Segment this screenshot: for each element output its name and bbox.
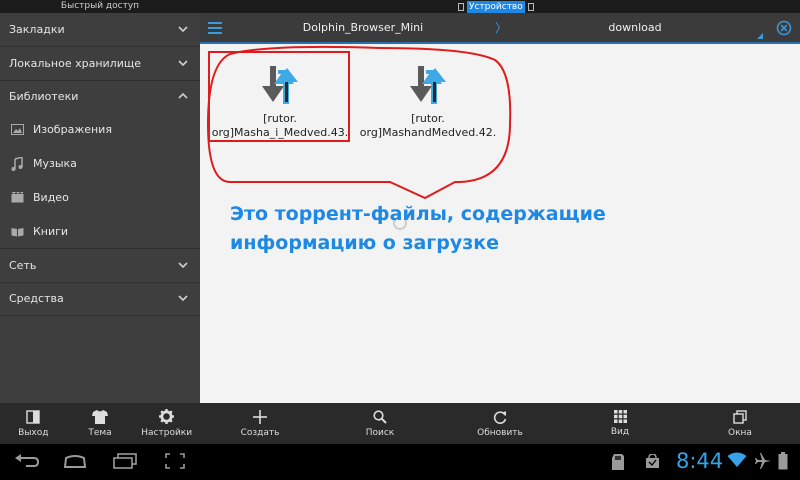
settings-label: Настройки [141, 428, 193, 438]
refresh-button[interactable]: Обновить [440, 403, 560, 444]
quick-access-title: Быстрый доступ [60, 1, 140, 11]
video-icon [10, 191, 24, 205]
sidebar-item-label: Сеть [9, 259, 37, 272]
sidebar-item-label: Библиотеки [9, 90, 79, 103]
path-toolbar: Dolphin_Browser_Mini 〉 download [200, 13, 800, 44]
top-status-strip: Быстрый доступ Устройство [0, 0, 800, 13]
settings-button[interactable]: Настройки [133, 403, 200, 444]
file-name-line: [rutor. [263, 112, 297, 125]
view-button[interactable]: Вид [560, 403, 680, 444]
sidebar-item-network[interactable]: Сеть [0, 249, 200, 282]
device-indicator[interactable]: Устройство [458, 0, 534, 13]
back-icon[interactable] [14, 453, 40, 469]
exit-label: Выход [18, 427, 49, 438]
file-item[interactable]: [rutor. org]MashandMedved.42. [353, 50, 503, 140]
recent-apps-icon[interactable] [112, 453, 138, 469]
chevron-down-icon [178, 295, 188, 302]
create-button[interactable]: Создать [200, 403, 320, 444]
sidebar-item-label: Средства [9, 292, 64, 305]
torrent-file-icon [262, 66, 298, 104]
windows-button[interactable]: Окна [680, 403, 800, 444]
file-item[interactable]: [rutor. org]Masha_i_Medved.43. [205, 50, 355, 140]
sidebar-item-label: Закладки [9, 23, 65, 36]
search-icon [373, 409, 387, 424]
refresh-label: Обновить [477, 427, 523, 438]
file-name-line: [rutor. [411, 112, 445, 125]
corner-indicator [757, 33, 763, 39]
image-icon [10, 123, 24, 137]
sidebar-item-tools[interactable]: Средства [0, 282, 200, 315]
music-note-icon [10, 156, 24, 171]
sidebar-item-label: Изображения [33, 123, 112, 136]
torrent-file-icon [410, 66, 446, 104]
exit-icon [26, 409, 41, 424]
battery-icon [778, 452, 788, 470]
close-icon[interactable] [776, 20, 792, 36]
search-button[interactable]: Поиск [320, 403, 440, 444]
theme-button[interactable]: Тема [67, 403, 134, 444]
sidebar-item-label: Музыка [33, 157, 77, 170]
chevron-down-icon [178, 26, 188, 33]
file-name-line: org]Masha_i_Medved.43. [211, 126, 349, 139]
chevron-up-icon [178, 92, 188, 99]
sidebar-item-label: Видео [33, 191, 69, 204]
sidebar: Закладки Локальное хранилище Библиотеки … [0, 13, 200, 403]
create-label: Создать [240, 427, 280, 438]
breadcrumb-separator: 〉 [495, 21, 508, 35]
plus-icon [253, 409, 267, 424]
device-label: Устройство [467, 0, 525, 13]
grid-icon [613, 410, 627, 423]
theme-label: Тема [88, 427, 112, 438]
breadcrumb-dolphin[interactable]: Dolphin_Browser_Mini [298, 13, 428, 43]
file-name: [rutor. org]MashandMedved.42. [353, 112, 503, 140]
home-icon[interactable] [62, 453, 88, 469]
view-label: Вид [610, 427, 630, 437]
windows-label: Окна [728, 427, 752, 438]
wifi-icon [727, 452, 747, 467]
airplane-mode-icon [755, 453, 771, 469]
window-icon-right [527, 2, 534, 11]
hamburger-menu-icon[interactable] [208, 22, 222, 34]
sidebar-item-music[interactable]: Музыка [0, 147, 200, 180]
book-icon [10, 225, 24, 239]
system-clock: 8:44 [676, 449, 724, 473]
tshirt-icon [92, 409, 108, 424]
sidebar-bottom-bar: Выход Тема Настройки [0, 403, 200, 444]
breadcrumb-download[interactable]: download [595, 13, 675, 43]
file-name-line: org]MashandMedved.42. [359, 126, 497, 139]
annotation-line: информацию о загрузке [230, 232, 500, 254]
file-name: [rutor. org]Masha_i_Medved.43. [205, 112, 355, 140]
screen-capture-icon[interactable] [165, 453, 185, 469]
sd-card-icon [612, 454, 624, 470]
system-nav-bar: 8:44 [0, 444, 800, 480]
annotation-line: Это торрент-файлы, содержащие [230, 203, 606, 225]
annotation-text: Это торрент-файлы, содержащие информацию… [230, 200, 630, 258]
chevron-down-icon [178, 262, 188, 269]
exit-button[interactable]: Выход [0, 403, 67, 444]
refresh-icon [493, 410, 507, 424]
search-label: Поиск [365, 427, 395, 438]
store-bag-icon [646, 454, 659, 468]
action-bar: Создать Поиск Обновить Вид Окна [200, 403, 800, 444]
sidebar-item-label: Книги [33, 225, 69, 238]
gear-icon [159, 409, 175, 424]
sidebar-item-books[interactable]: Книги [0, 215, 200, 248]
sidebar-item-libraries[interactable]: Библиотеки [0, 80, 200, 113]
file-list-area: [rutor. org]Masha_i_Medved.43. [rutor. o… [200, 44, 800, 403]
sidebar-item-label: Локальное хранилище [9, 57, 141, 70]
sidebar-item-video[interactable]: Видео [0, 181, 200, 214]
sidebar-item-images[interactable]: Изображения [0, 113, 200, 146]
chevron-down-icon [178, 60, 188, 67]
windows-icon [733, 409, 747, 424]
divider [0, 315, 200, 316]
window-icon [458, 2, 464, 11]
sidebar-item-local-storage[interactable]: Локальное хранилище [0, 47, 200, 80]
sidebar-item-bookmarks[interactable]: Закладки [0, 13, 200, 46]
